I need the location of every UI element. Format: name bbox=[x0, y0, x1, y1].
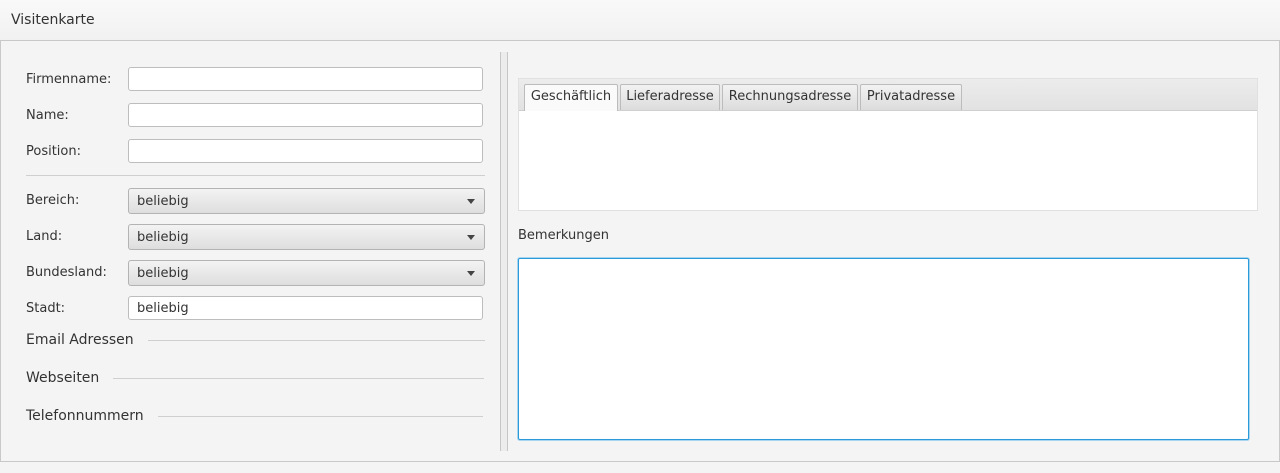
bundesland-selected-value: beliebig bbox=[137, 266, 189, 281]
chevron-down-icon bbox=[467, 235, 475, 240]
telefon-section-title: Telefonnummern bbox=[26, 408, 144, 424]
name-label: Name: bbox=[26, 108, 69, 123]
position-label: Position: bbox=[26, 144, 81, 159]
webseiten-section-header[interactable]: Webseiten bbox=[26, 370, 485, 386]
stadt-input[interactable] bbox=[128, 296, 483, 320]
position-input[interactable] bbox=[128, 139, 483, 163]
email-section-header[interactable]: Email Adressen bbox=[26, 332, 485, 348]
name-input[interactable] bbox=[128, 103, 483, 127]
chevron-down-icon bbox=[467, 199, 475, 204]
bereich-label: Bereich: bbox=[26, 193, 80, 208]
form-separator bbox=[26, 175, 485, 176]
section-rule bbox=[113, 377, 485, 379]
telefon-section-header[interactable]: Telefonnummern bbox=[26, 408, 483, 424]
webseiten-section-title: Webseiten bbox=[26, 370, 100, 386]
address-tab-pane: Geschäftlich Lieferadresse Rechnungsadre… bbox=[518, 78, 1258, 211]
bundesland-label: Bundesland: bbox=[26, 265, 107, 280]
tab-privatadresse[interactable]: Privatadresse bbox=[860, 84, 962, 110]
tab-lieferadresse[interactable]: Lieferadresse bbox=[620, 84, 720, 110]
tab-geschaeftlich[interactable]: Geschäftlich bbox=[524, 84, 618, 111]
firmenname-label: Firmenname: bbox=[26, 72, 112, 87]
bereich-selected-value: beliebig bbox=[137, 194, 189, 209]
land-dropdown[interactable]: beliebig bbox=[128, 224, 485, 250]
title-bar: Visitenkarte bbox=[0, 0, 1280, 41]
window-title: Visitenkarte bbox=[11, 12, 95, 28]
split-pane-divider[interactable] bbox=[500, 52, 508, 451]
bemerkungen-textarea[interactable] bbox=[518, 258, 1249, 440]
firmenname-input[interactable] bbox=[128, 67, 483, 91]
land-label: Land: bbox=[26, 229, 63, 244]
land-selected-value: beliebig bbox=[137, 230, 189, 245]
section-rule bbox=[147, 339, 485, 341]
bundesland-dropdown[interactable]: beliebig bbox=[128, 260, 485, 286]
tab-header: Geschäftlich Lieferadresse Rechnungsadre… bbox=[519, 79, 1257, 111]
tab-rechnungsadresse[interactable]: Rechnungsadresse bbox=[722, 84, 858, 110]
email-section-title: Email Adressen bbox=[26, 332, 134, 348]
stadt-label: Stadt: bbox=[26, 301, 66, 316]
chevron-down-icon bbox=[467, 271, 475, 276]
section-rule bbox=[157, 415, 483, 417]
bemerkungen-label: Bemerkungen bbox=[518, 228, 610, 243]
bereich-dropdown[interactable]: beliebig bbox=[128, 188, 485, 214]
